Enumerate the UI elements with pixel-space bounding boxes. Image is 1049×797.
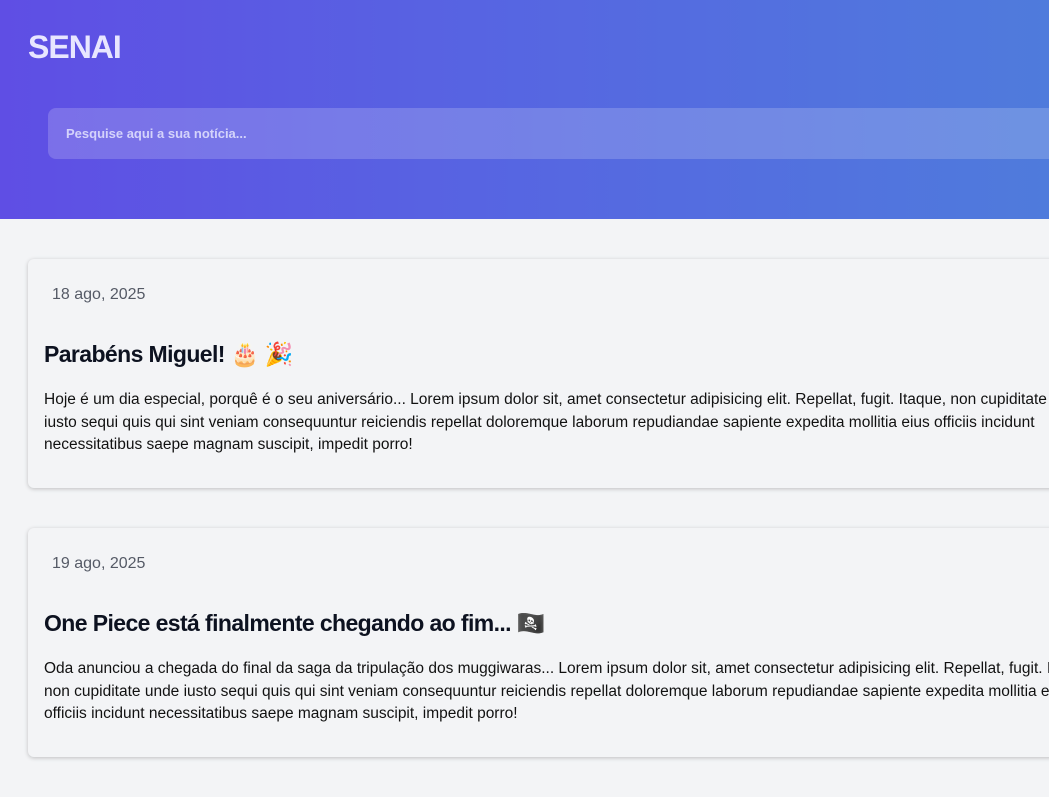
news-date: 18 ago, 2025 — [52, 286, 146, 303]
news-excerpt: Oda anunciou a chegada do final da saga … — [44, 660, 1049, 722]
news-feed: 18 ago, 2025 Parabéns Miguel! 🎂 🎉 Hoje é… — [28, 259, 1049, 797]
page-header: SENAI — [0, 0, 1049, 219]
news-card[interactable]: 19 ago, 2025 One Piece está finalmente c… — [28, 528, 1049, 757]
news-excerpt: Hoje é um dia especial, porquê é o seu a… — [44, 391, 1049, 453]
news-title[interactable]: One Piece está finalmente chegando ao fi… — [44, 608, 545, 638]
news-title[interactable]: Parabéns Miguel! 🎂 🎉 — [44, 339, 293, 369]
news-card[interactable]: 18 ago, 2025 Parabéns Miguel! 🎂 🎉 Hoje é… — [28, 259, 1049, 488]
brand-logo[interactable]: SENAI — [28, 28, 122, 66]
news-date: 19 ago, 2025 — [52, 555, 146, 572]
search-input[interactable] — [48, 108, 1049, 159]
